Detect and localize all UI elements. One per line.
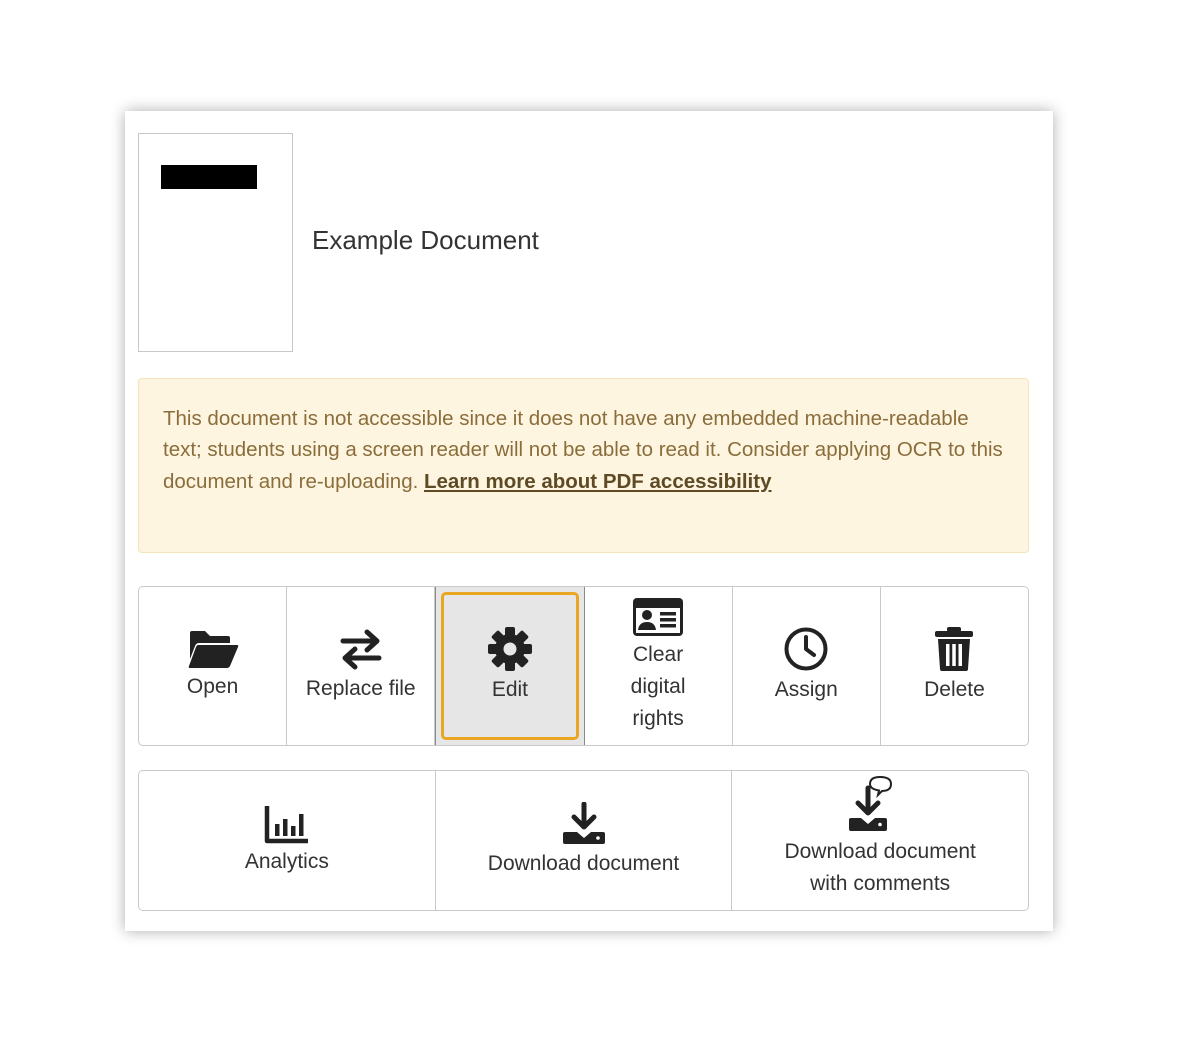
clock-icon — [783, 626, 829, 672]
analytics-button[interactable]: Analytics — [139, 771, 436, 910]
folder-open-icon — [187, 629, 239, 669]
clear-digital-rights-button[interactable]: Clear digital rights — [585, 587, 733, 745]
assign-button-label: Assign — [774, 678, 838, 701]
document-actions-secondary: Analytics Download document Download doc… — [138, 770, 1029, 911]
learn-more-pdf-accessibility-link[interactable]: Learn more about PDF accessibility — [424, 470, 771, 493]
thumbnail-redaction-bar — [161, 165, 257, 189]
replace-file-button[interactable]: Replace file — [287, 587, 436, 745]
clear-digital-rights-button-label: Clear digital rights — [630, 643, 686, 730]
download-icon — [561, 801, 607, 846]
download-document-button[interactable]: Download document — [436, 771, 733, 910]
replace-file-button-label: Replace file — [305, 677, 416, 700]
edit-button[interactable]: Edit — [435, 587, 585, 745]
document-thumbnail[interactable] — [138, 133, 293, 352]
document-actions-primary: Open Replace file Edit Clear digital rig… — [138, 586, 1029, 746]
open-button-label: Open — [186, 675, 239, 698]
accessibility-warning: This document is not accessible since it… — [138, 378, 1029, 553]
gear-icon — [487, 626, 533, 672]
edit-button-label: Edit — [491, 678, 529, 701]
arrows-exchange-icon — [339, 627, 383, 671]
download-document-with-comments-button[interactable]: Download document with comments — [732, 771, 1028, 910]
bar-chart-icon — [264, 804, 310, 844]
document-card: Example Document This document is not ac… — [125, 111, 1053, 931]
download-document-with-comments-button-label: Download document with comments — [784, 839, 976, 895]
analytics-button-label: Analytics — [244, 849, 329, 873]
trash-icon — [934, 626, 974, 672]
open-button[interactable]: Open — [139, 587, 288, 745]
download-comment-icon — [848, 774, 912, 834]
download-document-button-label: Download document — [487, 851, 680, 875]
id-card-icon — [632, 597, 684, 637]
delete-button-label: Delete — [924, 678, 985, 701]
assign-button[interactable]: Assign — [733, 587, 881, 745]
delete-button[interactable]: Delete — [881, 587, 1028, 745]
document-title: Example Document — [312, 225, 539, 255]
